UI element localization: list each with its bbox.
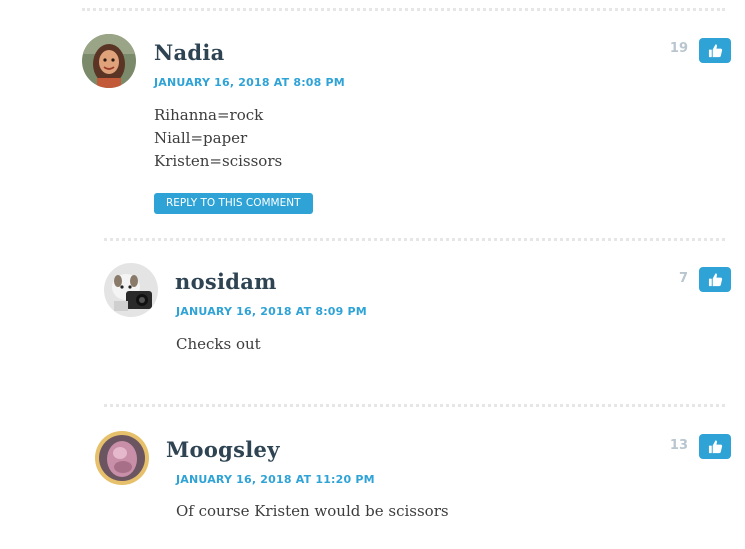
avatar [82,34,136,88]
like-count: 7 [678,271,688,286]
comment-text-line: Of course Kristen would be scissors [176,502,449,520]
thumbs-up-icon [708,273,722,287]
avatar-photo-woman-icon [82,34,136,88]
reply-button[interactable]: REPLY TO THIS COMMENT [154,193,313,214]
comment-date-link[interactable]: JANUARY 16, 2018 AT 8:09 PM [176,305,367,318]
like-button[interactable] [699,267,731,292]
comment-date-link[interactable]: JANUARY 16, 2018 AT 8:08 PM [154,76,345,89]
like-count: 19 [669,41,688,56]
avatar-photo-pink-icon [95,431,149,485]
comment-divider [104,404,725,407]
comment-date-link[interactable]: JANUARY 16, 2018 AT 11:20 PM [176,473,375,486]
avatar [95,431,149,485]
comment-author[interactable]: Nadia [154,40,225,65]
comment-divider [104,238,725,241]
comment-divider [82,8,725,11]
comment-text-line: Niall=paper [154,129,248,147]
thumbs-up-icon [708,440,722,454]
comment-text-line: Rihanna=rock [154,106,264,124]
avatar-photo-dog-camera-icon [104,263,158,317]
like-count: 13 [669,438,688,453]
like-button[interactable] [699,38,731,63]
avatar [104,263,158,317]
comment-author[interactable]: Moogsley [166,437,280,462]
comment-text-line: Checks out [176,335,261,353]
thumbs-up-icon [708,44,722,58]
comment-text-line: Kristen=scissors [154,152,283,170]
comment-author[interactable]: nosidam [175,269,277,294]
like-button[interactable] [699,434,731,459]
